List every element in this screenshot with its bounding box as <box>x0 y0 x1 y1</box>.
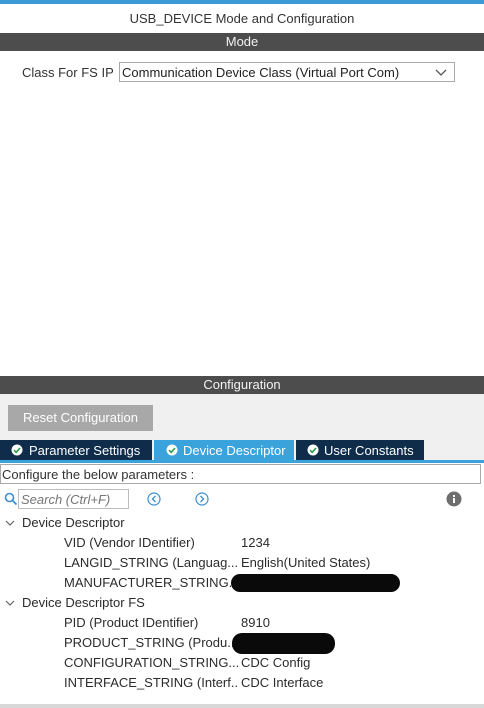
param-name: PRODUCT_STRING (Produ... <box>64 635 239 650</box>
tab-parameter-settings[interactable]: Parameter Settings <box>0 440 152 461</box>
param-row[interactable]: INTERFACE_STRING (Interf... CDC Interfac… <box>0 673 484 693</box>
tab-parameter-settings-label: Parameter Settings <box>29 443 141 458</box>
check-circle-icon <box>166 444 178 456</box>
next-match-icon[interactable] <box>195 492 209 506</box>
param-name: INTERFACE_STRING (Interf... <box>64 675 239 690</box>
previous-match-icon[interactable] <box>147 492 161 506</box>
reset-configuration-button[interactable]: Reset Configuration <box>8 405 153 431</box>
configure-parameters-text: Configure the below parameters : <box>2 467 195 482</box>
window-title: USB_DEVICE Mode and Configuration <box>129 11 355 26</box>
param-name: VID (Vendor IDentifier) <box>64 535 195 550</box>
check-circle-icon <box>11 444 23 456</box>
param-value[interactable]: CDC Interface <box>241 675 323 690</box>
param-row[interactable]: PID (Product IDentifier) 8910 <box>0 613 484 633</box>
param-value[interactable]: 8910 <box>241 615 270 630</box>
param-row[interactable]: CONFIGURATION_STRING... CDC Config <box>0 653 484 673</box>
chevron-down-icon <box>435 69 447 76</box>
search-icon <box>4 492 18 506</box>
tab-user-constants-label: User Constants <box>324 443 414 458</box>
tree-group-device-descriptor-fs[interactable]: Device Descriptor FS <box>0 593 484 613</box>
class-for-fs-ip-label: Class For FS IP <box>22 65 114 80</box>
redaction-mark <box>232 633 335 654</box>
search-input[interactable] <box>18 489 129 509</box>
mode-section-header: Mode <box>0 33 484 51</box>
param-value[interactable]: 1234 <box>241 535 270 550</box>
panel-bottom-border <box>0 704 484 708</box>
chevron-down-icon[interactable] <box>5 598 15 608</box>
redaction-mark <box>231 574 400 592</box>
class-select-value: Communication Device Class (Virtual Port… <box>122 65 400 80</box>
info-icon[interactable] <box>446 491 462 507</box>
param-name: PID (Product IDentifier) <box>64 615 199 630</box>
param-name: CONFIGURATION_STRING... <box>64 655 239 670</box>
check-circle-icon <box>307 444 319 456</box>
param-value[interactable]: CDC Config <box>241 655 310 670</box>
configuration-section-header: Configuration <box>0 376 484 394</box>
window-top-accent <box>0 0 484 4</box>
param-row[interactable]: LANGID_STRING (Languag... English(United… <box>0 553 484 573</box>
chevron-down-icon[interactable] <box>5 518 15 528</box>
param-name: LANGID_STRING (Languag... <box>64 555 239 570</box>
tab-device-descriptor[interactable]: Device Descriptor <box>154 440 294 461</box>
mode-class-row: Class For FS IP Communication Device Cla… <box>0 62 484 84</box>
param-value[interactable]: English(United States) <box>241 555 370 570</box>
tab-user-constants[interactable]: User Constants <box>296 440 424 461</box>
class-for-fs-ip-select[interactable]: Communication Device Class (Virtual Port… <box>119 62 455 82</box>
group-label: Device Descriptor FS <box>22 595 145 610</box>
param-row[interactable]: VID (Vendor IDentifier) 1234 <box>0 533 484 553</box>
param-name: MANUFACTURER_STRING... <box>64 575 239 590</box>
configure-parameters-box: Configure the below parameters : <box>0 464 481 484</box>
tree-group-device-descriptor[interactable]: Device Descriptor <box>0 513 484 533</box>
tab-device-descriptor-label: Device Descriptor <box>183 443 286 458</box>
configuration-tabs: Parameter Settings Device Descriptor Use… <box>0 440 484 461</box>
group-label: Device Descriptor <box>22 515 125 530</box>
